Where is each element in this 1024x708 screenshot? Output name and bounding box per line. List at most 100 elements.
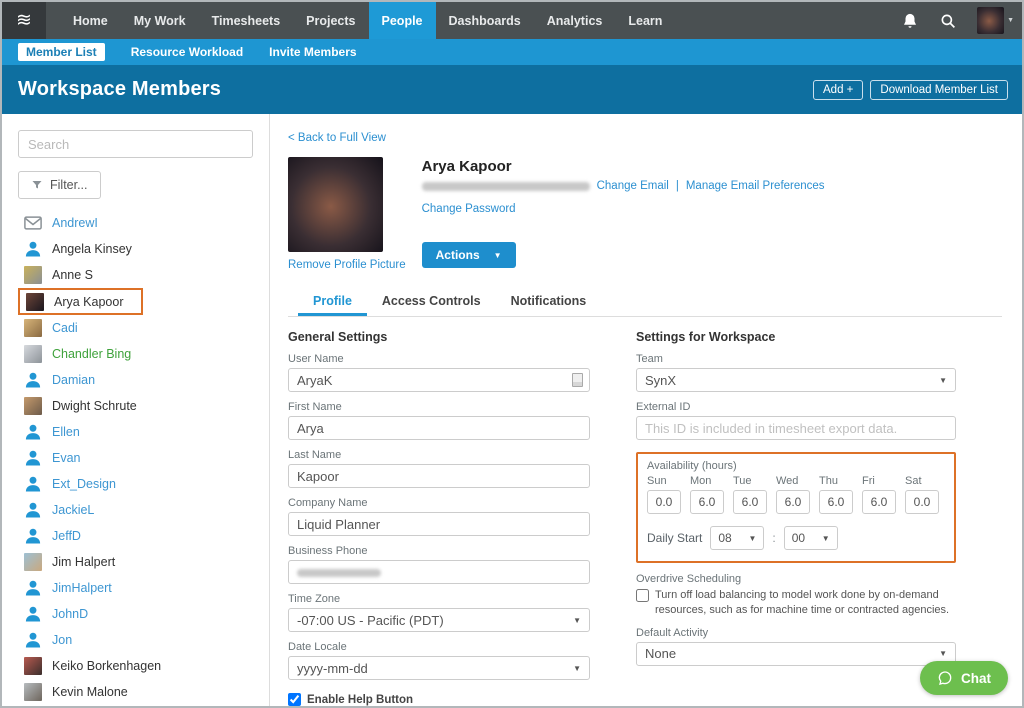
external-id-field[interactable] <box>636 416 956 440</box>
user-name-field[interactable] <box>288 368 590 392</box>
company-name-field[interactable] <box>288 512 590 536</box>
funnel-icon <box>31 179 43 191</box>
daily-start-minute-select[interactable]: 00 ▼ <box>784 526 838 550</box>
member-list-item[interactable]: JohnD <box>18 601 253 627</box>
day-hours-field[interactable] <box>819 490 853 514</box>
member-avatar <box>26 293 44 311</box>
member-list-item[interactable]: Jon <box>18 627 253 653</box>
team-label: Team <box>636 353 956 365</box>
overdrive-checkbox[interactable] <box>636 589 649 602</box>
change-email-link[interactable]: Change Email <box>597 180 669 192</box>
member-list-item[interactable]: Cadi <box>18 315 253 341</box>
sub-nav-item[interactable]: Invite Members <box>269 45 356 59</box>
profile-picture-block: Remove Profile Picture <box>288 157 406 271</box>
member-list-item[interactable]: Dwight Schrute <box>18 393 253 419</box>
download-member-list-button[interactable]: Download Member List <box>870 80 1008 100</box>
top-nav-item[interactable]: My Work <box>121 2 199 39</box>
first-name-field[interactable] <box>288 416 590 440</box>
daily-start-label: Daily Start <box>647 531 702 545</box>
member-name: JeffD <box>52 529 81 543</box>
member-list-item[interactable]: Angela Kinsey <box>18 236 253 262</box>
back-to-full-view-link[interactable]: < Back to Full View <box>288 132 386 144</box>
day-hours-field[interactable] <box>905 490 939 514</box>
member-name: Anne S <box>52 268 93 282</box>
default-activity-select[interactable]: None ▼ <box>636 642 956 666</box>
availability-day: Wed <box>776 475 810 514</box>
person-icon <box>24 605 42 623</box>
top-nav-item[interactable]: Analytics <box>534 2 616 39</box>
sub-nav-item[interactable]: Resource Workload <box>131 45 243 59</box>
day-label: Sun <box>647 475 681 487</box>
day-hours-field[interactable] <box>647 490 681 514</box>
member-list-item[interactable]: Jim Halpert <box>18 549 253 575</box>
member-list-item[interactable]: JeffD <box>18 523 253 549</box>
day-hours-field[interactable] <box>733 490 767 514</box>
workspace-settings-heading: Settings for Workspace <box>636 330 956 344</box>
member-avatar <box>24 423 42 441</box>
search-icon[interactable] <box>939 12 957 30</box>
content-area: Filter... AndrewI Angela Kinsey <box>2 114 1022 706</box>
top-nav-item[interactable]: People <box>369 2 436 39</box>
add-member-button[interactable]: Add + <box>813 80 863 100</box>
team-select[interactable]: SynX ▼ <box>636 368 956 392</box>
top-nav-item[interactable]: Home <box>60 2 121 39</box>
top-nav-item[interactable]: Projects <box>293 2 368 39</box>
default-activity-value: None <box>645 646 676 661</box>
member-list-item[interactable]: Chandler Bing <box>18 341 253 367</box>
actions-label: Actions <box>436 248 480 262</box>
member-list-item[interactable]: Keiko Borkenhagen <box>18 653 253 679</box>
member-list: AndrewI Angela Kinsey Anne S <box>18 210 253 705</box>
actions-button[interactable]: Actions ▼ <box>422 242 516 268</box>
member-list-item[interactable]: Damian <box>18 367 253 393</box>
top-nav-item[interactable]: Dashboards <box>436 2 534 39</box>
member-list-item[interactable]: AndrewI <box>18 210 253 236</box>
sub-nav-item[interactable]: Member List <box>18 43 105 61</box>
filter-label: Filter... <box>50 178 88 192</box>
search-input[interactable] <box>18 130 253 158</box>
remove-profile-picture-link[interactable]: Remove Profile Picture <box>288 259 406 271</box>
page-header: Workspace Members Add + Download Member … <box>2 65 1022 114</box>
daily-start-hour-select[interactable]: 08 ▼ <box>710 526 764 550</box>
member-list-item[interactable]: Arya Kapoor <box>18 288 143 315</box>
last-name-field[interactable] <box>288 464 590 488</box>
profile-tab[interactable]: Access Controls <box>367 288 496 316</box>
change-password-link[interactable]: Change Password <box>422 203 516 215</box>
daily-start-hour-value: 08 <box>718 531 731 545</box>
time-colon: : <box>772 531 775 545</box>
app-logo-icon[interactable]: ≋ <box>2 2 46 39</box>
availability-day: Sat <box>905 475 939 514</box>
day-hours-field[interactable] <box>862 490 896 514</box>
member-list-item[interactable]: Ellen <box>18 419 253 445</box>
enable-help-checkbox[interactable] <box>288 693 301 706</box>
member-name: Jim Halpert <box>52 555 115 569</box>
filter-button[interactable]: Filter... <box>18 171 101 199</box>
day-hours-field[interactable] <box>776 490 810 514</box>
chevron-down-icon: ▼ <box>939 649 947 658</box>
member-avatar <box>24 449 42 467</box>
notifications-bell-icon[interactable] <box>901 12 919 30</box>
profile-tab[interactable]: Notifications <box>496 288 602 316</box>
member-list-item[interactable]: Evan <box>18 445 253 471</box>
business-phone-field[interactable] <box>288 560 590 584</box>
time-zone-select[interactable]: -07:00 US - Pacific (PDT) ▼ <box>288 608 590 632</box>
chat-button[interactable]: Chat <box>920 661 1008 695</box>
member-name: Damian <box>52 373 95 387</box>
profile-tab[interactable]: Profile <box>298 288 367 316</box>
member-list-item[interactable]: Kevin Malone <box>18 679 253 705</box>
manage-email-preferences-link[interactable]: Manage Email Preferences <box>686 180 825 192</box>
date-locale-select[interactable]: yyyy-mm-dd ▼ <box>288 656 590 680</box>
top-nav-items: HomeMy WorkTimesheetsProjectsPeopleDashb… <box>60 2 675 39</box>
member-list-item[interactable]: Ext_Design <box>18 471 253 497</box>
top-nav-item[interactable]: Timesheets <box>199 2 294 39</box>
user-menu[interactable]: ▼ <box>977 7 1014 34</box>
member-list-item[interactable]: Anne S <box>18 262 253 288</box>
member-list-item[interactable]: JimHalpert <box>18 575 253 601</box>
day-hours-field[interactable] <box>690 490 724 514</box>
top-nav-item[interactable]: Learn <box>615 2 675 39</box>
member-list-item[interactable]: JackieL <box>18 497 253 523</box>
page-title: Workspace Members <box>18 78 221 101</box>
redacted-email <box>422 182 590 191</box>
overdrive-scheduling-label: Overdrive Scheduling <box>636 573 956 585</box>
member-avatar <box>24 397 42 415</box>
general-settings-column: General Settings User Name First Name L <box>288 330 590 708</box>
